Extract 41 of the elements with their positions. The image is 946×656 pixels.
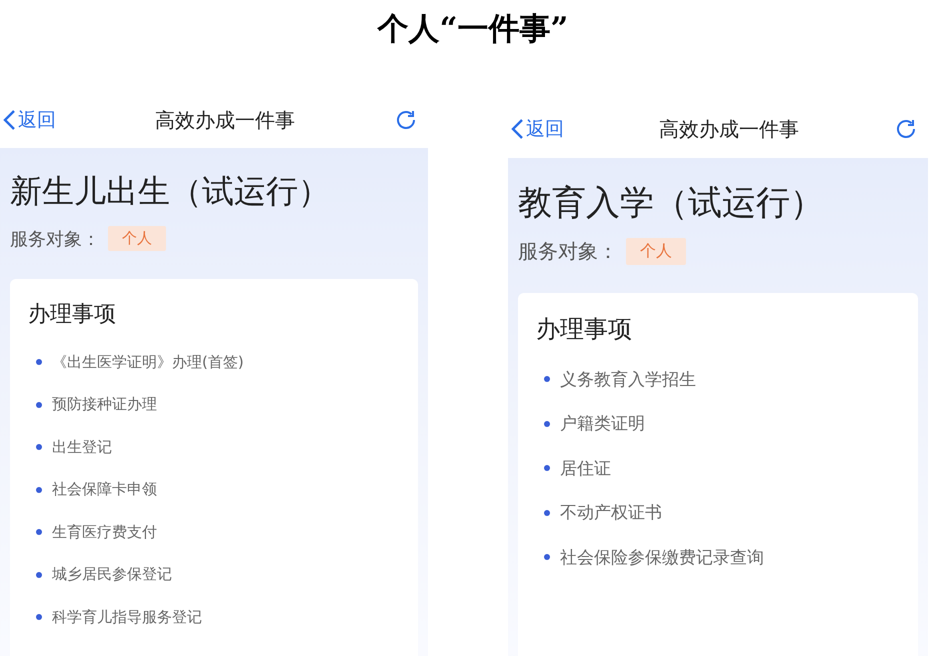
card-heading: 办理事项 <box>536 314 633 345</box>
back-button[interactable]: 返回 <box>508 116 564 142</box>
slide-title: 个人“一件事” <box>376 10 570 49</box>
refresh-button[interactable] <box>394 108 418 132</box>
bullet-icon <box>36 486 42 493</box>
item-link[interactable]: 社会保险参保缴费记录查询 <box>560 546 764 569</box>
service-title: 新生儿出生（试运行） <box>10 171 331 212</box>
page-title: 高效办成一件事 <box>659 116 799 142</box>
bullet-icon <box>36 572 42 578</box>
bullet-icon <box>36 529 42 536</box>
item-link[interactable]: 城乡居民参保登记 <box>52 565 172 584</box>
refresh-button[interactable] <box>894 117 918 141</box>
item-link[interactable]: 居住证 <box>560 456 611 480</box>
target-tag: 个人 <box>626 238 686 265</box>
item-link[interactable]: 《出生医学证明》办理(首签) <box>52 352 244 372</box>
bullet-icon <box>36 359 42 366</box>
chevron-left-icon <box>510 118 524 140</box>
item-link[interactable]: 社会保障卡申领 <box>52 480 157 500</box>
bullet-icon <box>544 465 550 472</box>
bullet-icon <box>36 402 42 408</box>
item-link[interactable]: 科学育儿指导服务登记 <box>52 608 202 627</box>
item-link[interactable]: 户籍类证明 <box>560 412 645 436</box>
item-link[interactable]: 出生登记 <box>52 438 112 457</box>
service-title: 教育入学（试运行） <box>518 182 825 225</box>
target-label: 服务对象： <box>10 228 100 250</box>
item-link[interactable]: 生育医疗费支付 <box>52 522 157 542</box>
item-link[interactable]: 不动产权证书 <box>560 501 662 524</box>
target-label: 服务对象： <box>518 238 618 265</box>
card-heading: 办理事项 <box>28 301 117 329</box>
bullet-icon <box>36 614 42 620</box>
bullet-icon <box>544 376 550 382</box>
chevron-left-icon <box>2 109 16 131</box>
back-button[interactable]: 返回 <box>0 107 56 133</box>
target-tag: 个人 <box>108 226 166 251</box>
bullet-icon <box>544 510 550 516</box>
bullet-icon <box>36 444 42 450</box>
item-link[interactable]: 义务教育入学招生 <box>560 368 696 391</box>
page-title: 高效办成一件事 <box>155 106 295 134</box>
bullet-icon <box>544 554 550 560</box>
item-link[interactable]: 预防接种证办理 <box>52 395 157 414</box>
bullet-icon <box>544 420 550 427</box>
